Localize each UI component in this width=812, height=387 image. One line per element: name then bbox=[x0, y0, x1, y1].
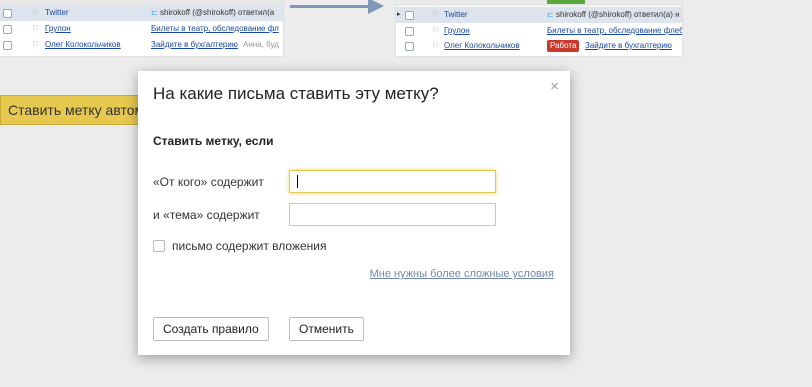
flag-icon: ⚐ bbox=[432, 26, 440, 35]
label-tag: Работа bbox=[547, 40, 580, 52]
example-mail-list-before: ⚐ Twitter ⊏ shirokoff (@shirokoff) ответ… bbox=[0, 0, 283, 56]
row-checkbox bbox=[405, 27, 414, 36]
flag-icon: ⚐ bbox=[32, 24, 40, 33]
subject: ⊏ shirokoff (@shirokoff) ответил(а) н bbox=[547, 7, 680, 23]
list-item: ▸ ⚐ Twitter ⊏ shirokoff (@shirokoff) отв… bbox=[396, 7, 682, 23]
row-checkbox bbox=[3, 41, 12, 50]
row-checkbox bbox=[3, 9, 12, 18]
flag-icon: ⚐ bbox=[32, 40, 40, 49]
preview: Анна, буд bbox=[243, 40, 279, 49]
sender: Олег Колокольчиков bbox=[45, 40, 121, 49]
dialog-title: На какие письма ставить эту метку? bbox=[153, 84, 439, 103]
advanced-conditions-link[interactable]: Мне нужны более сложные условия bbox=[370, 268, 554, 280]
sender: Грулон bbox=[444, 26, 470, 35]
subject: Зайдите в бухгалтерию bbox=[151, 40, 238, 49]
arrow-shaft bbox=[290, 5, 370, 8]
list-item: ⚐ Олег Колокольчиков Зайдите в бухгалтер… bbox=[0, 37, 283, 53]
pointer-icon: ▸ bbox=[397, 11, 401, 18]
arrow-head bbox=[368, 0, 384, 14]
from-label: «От кого» содержит bbox=[153, 175, 264, 189]
attachment-checkbox[interactable] bbox=[153, 240, 165, 252]
list-item: ⚐ Twitter ⊏ shirokoff (@shirokoff) ответ… bbox=[0, 5, 283, 21]
auto-label-button[interactable]: Ставить метку автома bbox=[0, 95, 150, 125]
twitter-icon: ⊏ bbox=[547, 10, 554, 19]
sender: Грулон bbox=[45, 24, 71, 33]
subject-label: и «тема» содержит bbox=[153, 208, 260, 222]
list-top-edge bbox=[396, 0, 682, 6]
create-rule-button[interactable]: Создать правило bbox=[153, 317, 269, 341]
from-input[interactable] bbox=[289, 170, 496, 193]
subject: Билеты в театр, обследование фл bbox=[151, 24, 279, 33]
list-item: ⚐ Грулон Билеты в театр, обследование фл… bbox=[396, 23, 682, 39]
subject: Зайдите в бухгалтерию bbox=[585, 41, 672, 50]
text-caret bbox=[297, 175, 298, 188]
subject-input[interactable] bbox=[289, 203, 496, 226]
cancel-button[interactable]: Отменить bbox=[289, 317, 364, 341]
twitter-icon: ⊏ bbox=[151, 8, 158, 17]
sender: Twitter bbox=[444, 10, 468, 19]
close-icon[interactable]: × bbox=[550, 78, 559, 95]
flag-icon: ⚐ bbox=[432, 41, 440, 50]
sender: Олег Колокольчиков bbox=[444, 41, 520, 50]
subject-text: shirokoff (@shirokoff) ответил(а) н bbox=[555, 10, 680, 19]
row-checkbox bbox=[3, 25, 12, 34]
sender: Twitter bbox=[45, 8, 69, 17]
list-item: ⚐ Олег Колокольчиков Работа Зайдите в бу… bbox=[396, 38, 682, 54]
subject: Билеты в театр, обследование флеб bbox=[547, 26, 682, 35]
label-rule-dialog: На какие письма ставить эту метку? × Ста… bbox=[138, 71, 570, 355]
section-title: Ставить метку, если bbox=[153, 134, 274, 148]
flag-icon: ⚐ bbox=[32, 8, 40, 17]
list-item: ⚐ Грулон Билеты в театр, обследование фл bbox=[0, 21, 283, 37]
green-tag-edge bbox=[547, 0, 585, 4]
example-mail-list-after: ▸ ⚐ Twitter ⊏ shirokoff (@shirokoff) отв… bbox=[396, 0, 682, 56]
attachment-label[interactable]: письмо содержит вложения bbox=[172, 239, 326, 253]
row-checkbox bbox=[405, 42, 414, 51]
subject: ⊏ shirokoff (@shirokoff) ответил(а bbox=[151, 5, 274, 21]
subject-text: shirokoff (@shirokoff) ответил(а bbox=[159, 8, 275, 17]
row-checkbox bbox=[405, 11, 414, 20]
flag-icon: ⚐ bbox=[432, 10, 440, 19]
